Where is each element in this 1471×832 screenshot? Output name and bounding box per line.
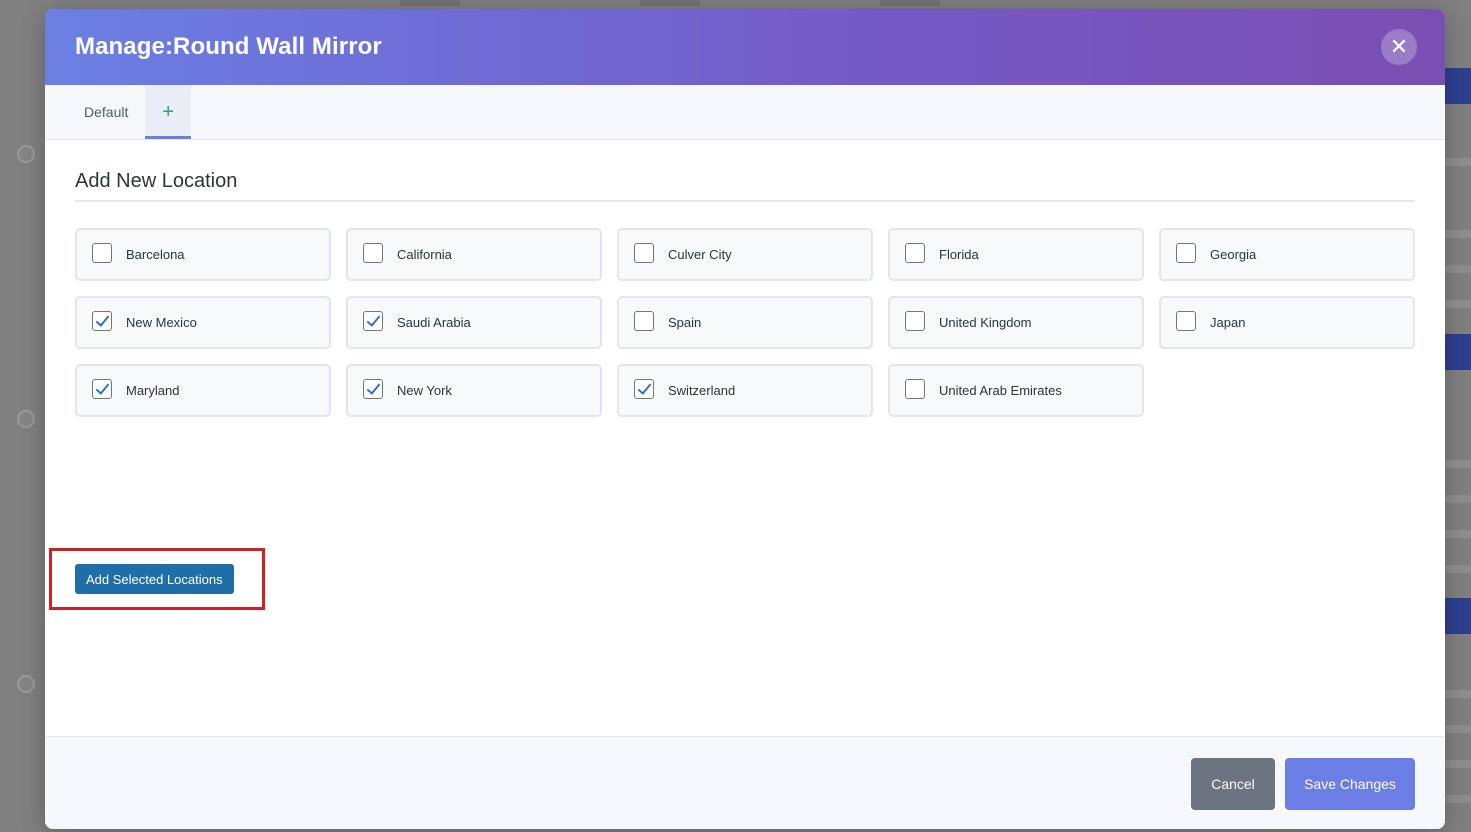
- background-radio: [17, 410, 35, 428]
- modal-header: Manage:Round Wall Mirror ✕: [45, 9, 1445, 85]
- location-label: Maryland: [126, 383, 180, 398]
- location-checkbox[interactable]: [905, 310, 925, 331]
- background-text: [1445, 795, 1471, 803]
- section-title: Add New Location: [75, 170, 1415, 202]
- location-option[interactable]: United Kingdom: [888, 296, 1144, 349]
- location-checkbox[interactable]: [363, 310, 383, 331]
- location-option[interactable]: Switzerland: [617, 364, 873, 417]
- location-label: Spain: [668, 315, 702, 330]
- location-option[interactable]: Barcelona: [75, 228, 331, 281]
- location-option[interactable]: Saudi Arabia: [346, 296, 602, 349]
- location-label: United Arab Emirates: [939, 383, 1062, 398]
- location-label: New Mexico: [126, 315, 197, 330]
- location-checkbox[interactable]: [92, 310, 112, 331]
- location-label: Culver City: [668, 247, 732, 262]
- tab-default[interactable]: Default: [67, 85, 145, 139]
- location-option[interactable]: Spain: [617, 296, 873, 349]
- close-button[interactable]: ✕: [1381, 29, 1417, 65]
- location-option[interactable]: Culver City: [617, 228, 873, 281]
- background-text: [1445, 300, 1471, 308]
- background-text: [1445, 495, 1471, 503]
- location-checkbox[interactable]: [92, 242, 112, 263]
- background-text: [1445, 690, 1471, 698]
- location-checkbox[interactable]: [1176, 242, 1196, 263]
- location-option[interactable]: Japan: [1159, 296, 1415, 349]
- location-checkbox[interactable]: [634, 378, 654, 399]
- background-text: [1445, 565, 1471, 573]
- location-tabs: Default +: [45, 85, 1445, 140]
- location-label: Saudi Arabia: [397, 315, 471, 330]
- cancel-button[interactable]: Cancel: [1191, 758, 1275, 810]
- location-checkbox[interactable]: [92, 378, 112, 399]
- background-text: [1445, 460, 1471, 468]
- background-radio: [17, 145, 35, 163]
- add-selected-locations-button[interactable]: Add Selected Locations: [75, 564, 234, 594]
- background-button: [1445, 334, 1471, 370]
- background-text: [1445, 760, 1471, 768]
- location-label: United Kingdom: [939, 315, 1032, 330]
- location-checkbox[interactable]: [634, 242, 654, 263]
- location-option[interactable]: California: [346, 228, 602, 281]
- background-button: [1445, 68, 1471, 104]
- location-option[interactable]: Maryland: [75, 364, 331, 417]
- location-label: Japan: [1210, 315, 1246, 330]
- background-header-text: [400, 0, 1040, 6]
- location-option[interactable]: New Mexico: [75, 296, 331, 349]
- modal-footer: Cancel Save Changes: [45, 736, 1445, 829]
- location-checkbox[interactable]: [363, 378, 383, 399]
- close-icon: ✕: [1389, 34, 1409, 59]
- location-label: California: [397, 247, 452, 262]
- location-checkbox[interactable]: [1176, 310, 1196, 331]
- location-checkbox[interactable]: [634, 310, 654, 331]
- location-label: Switzerland: [668, 383, 736, 398]
- modal-title: Manage:Round Wall Mirror: [75, 33, 382, 60]
- modal-body: Add New Location Barcelona California Culv…: [45, 140, 1445, 610]
- tab-add-location[interactable]: +: [145, 85, 192, 139]
- background-text: [1445, 530, 1471, 538]
- location-label: Georgia: [1210, 247, 1257, 262]
- location-checkbox[interactable]: [905, 378, 925, 399]
- background-button: [1445, 598, 1471, 634]
- background-text: [1445, 158, 1471, 166]
- location-option[interactable]: New York: [346, 364, 602, 417]
- location-option[interactable]: Florida: [888, 228, 1144, 281]
- location-label: Barcelona: [126, 247, 185, 262]
- background-text: [1445, 265, 1471, 273]
- manage-modal: Manage:Round Wall Mirror ✕ Default + Add…: [45, 9, 1445, 829]
- location-option[interactable]: United Arab Emirates: [888, 364, 1144, 417]
- background-text: [1445, 230, 1471, 238]
- location-checkbox[interactable]: [363, 242, 383, 263]
- save-changes-button[interactable]: Save Changes: [1285, 758, 1415, 810]
- location-option[interactable]: Georgia: [1159, 228, 1415, 281]
- background-text: [1445, 725, 1471, 733]
- location-label: New York: [397, 383, 452, 398]
- location-checkbox[interactable]: [905, 242, 925, 263]
- location-label: Florida: [939, 247, 979, 262]
- location-checkbox-grid: Barcelona California Culver City Florida Geo…: [75, 228, 1415, 417]
- background-radio: [17, 675, 35, 693]
